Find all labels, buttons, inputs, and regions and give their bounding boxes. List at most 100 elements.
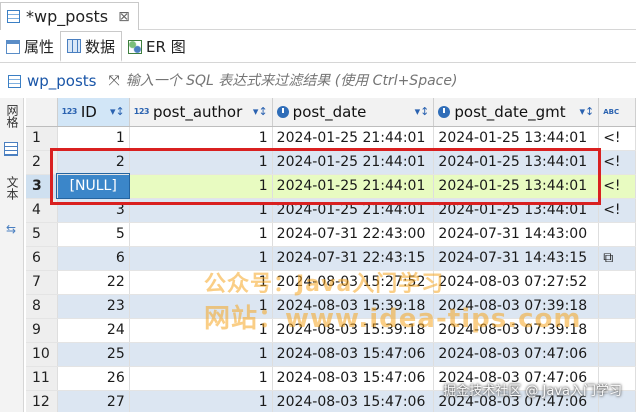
cell-id[interactable]: 26 <box>57 366 130 391</box>
cell-post-date[interactable]: 2024-07-31 22:43:15 <box>272 246 435 271</box>
cell-next-column[interactable] <box>598 366 636 391</box>
cell-post-date-gmt[interactable]: 2024-08-03 07:47:06 <box>433 366 600 391</box>
cell-post-author[interactable]: 1 <box>129 222 273 247</box>
cell-id[interactable]: 22 <box>57 270 130 295</box>
cell-next-column[interactable]: <! <box>598 174 636 199</box>
cell-post-date-gmt[interactable]: 2024-01-25 13:44:01 <box>433 198 600 223</box>
tab-er-diagram[interactable]: ER 图 <box>122 31 192 62</box>
expand-icon[interactable]: ⤧ <box>109 73 120 89</box>
row-number[interactable]: 3 <box>26 174 58 199</box>
cell-post-date[interactable]: 2024-07-31 22:43:00 <box>272 222 435 247</box>
table-row[interactable]: 3 [NULL] 1 2024-01-25 21:44:01 2024-01-25 13… <box>26 173 636 199</box>
cell-post-date[interactable]: 2024-08-03 15:27:52 <box>272 270 435 295</box>
cell-next-column[interactable] <box>598 270 636 295</box>
cell-post-author[interactable]: 1 <box>129 366 273 391</box>
cell-post-date[interactable]: 2024-08-03 15:47:06 <box>272 366 435 391</box>
cell-post-author[interactable]: 1 <box>129 174 273 199</box>
row-number[interactable]: 8 <box>26 294 58 319</box>
cell-id[interactable]: 27 <box>57 390 130 412</box>
tab-properties[interactable]: 属性 <box>0 31 60 62</box>
table-row[interactable]: 6 6 1 2024-07-31 22:43:15 2024-07-31 14:43:1… <box>26 246 636 271</box>
sort-filter-icon[interactable]: ▾↕ <box>110 105 125 118</box>
cell-post-date-gmt[interactable]: 2024-01-25 13:44:01 <box>433 126 600 151</box>
column-header-id[interactable]: 123 ID ▾↕ <box>57 98 130 127</box>
column-header-next[interactable]: ABC <box>598 98 636 127</box>
cell-post-author[interactable]: 1 <box>129 198 273 223</box>
row-number[interactable]: 11 <box>26 366 58 391</box>
table-row[interactable]: 7 22 1 2024-08-03 15:27:52 2024-08-03 07:27:… <box>26 270 636 295</box>
row-number[interactable]: 6 <box>26 246 58 271</box>
table-row[interactable]: 8 23 1 2024-08-03 15:39:18 2024-08-03 07:39:… <box>26 294 636 319</box>
cell-next-column[interactable]: <! <box>598 126 636 151</box>
cell-next-column[interactable]: <! <box>598 150 636 175</box>
cell-id[interactable]: [NULL] <box>56 173 131 199</box>
cell-post-date-gmt[interactable]: 2024-01-25 13:44:01 <box>433 174 600 199</box>
cell-post-author[interactable]: 1 <box>129 342 273 367</box>
cell-post-author[interactable]: 1 <box>129 294 273 319</box>
cell-post-date-gmt[interactable]: 2024-07-31 14:43:00 <box>433 222 600 247</box>
row-number[interactable]: 2 <box>26 150 58 175</box>
tab-data[interactable]: 数据 <box>60 31 123 62</box>
row-number[interactable]: 9 <box>26 318 58 343</box>
cell-next-column[interactable]: ⧉ <box>598 246 636 271</box>
row-number[interactable]: 4 <box>26 198 58 223</box>
cell-id[interactable]: 25 <box>57 342 130 367</box>
cell-id[interactable]: 3 <box>57 198 130 223</box>
table-row[interactable]: 10 25 1 2024-08-03 15:47:06 2024-08-03 07:47… <box>26 342 636 367</box>
row-number[interactable]: 7 <box>26 270 58 295</box>
cell-post-date-gmt[interactable]: 2024-08-03 07:47:06 <box>433 390 600 412</box>
table-row[interactable]: 12 27 1 2024-08-03 15:47:06 2024-08-03 07:47… <box>26 390 636 412</box>
cell-id[interactable]: 23 <box>57 294 130 319</box>
cell-id[interactable]: 5 <box>57 222 130 247</box>
cell-post-date-gmt[interactable]: 2024-08-03 07:27:52 <box>433 270 600 295</box>
filter-input[interactable] <box>125 69 636 93</box>
cell-post-date-gmt[interactable]: 2024-08-03 07:47:06 <box>433 342 600 367</box>
cell-next-column[interactable] <box>598 390 636 412</box>
cell-id[interactable]: 6 <box>57 246 130 271</box>
cell-post-date[interactable]: 2024-01-25 21:44:01 <box>272 150 435 175</box>
cell-post-date-gmt[interactable]: 2024-08-03 07:39:18 <box>433 294 600 319</box>
cell-next-column[interactable] <box>598 342 636 367</box>
table-row[interactable]: 5 5 1 2024-07-31 22:43:00 2024-07-31 14:43:0… <box>26 222 636 247</box>
column-header-post-author[interactable]: 123 post_author ▾↕ <box>129 98 273 127</box>
table-row[interactable]: 1 1 1 2024-01-25 21:44:01 2024-01-25 13:44:0… <box>26 126 636 151</box>
cell-id[interactable]: 1 <box>57 126 130 151</box>
cell-post-author[interactable]: 1 <box>129 246 273 271</box>
sort-filter-icon[interactable]: ▾↕ <box>415 105 430 118</box>
sort-filter-icon[interactable]: ▾↕ <box>579 105 594 118</box>
column-header-post-date-gmt[interactable]: post_date_gmt ▾↕ <box>433 98 600 127</box>
table-row[interactable]: 4 3 1 2024-01-25 21:44:01 2024-01-25 13:44:0… <box>26 198 636 223</box>
grid-view-icon[interactable] <box>4 142 18 156</box>
cell-next-column[interactable] <box>598 318 636 343</box>
column-header-post-date[interactable]: post_date ▾↕ <box>272 98 435 127</box>
cell-post-date[interactable]: 2024-08-03 15:47:06 <box>272 390 435 412</box>
row-number[interactable]: 10 <box>26 342 58 367</box>
cell-post-date-gmt[interactable]: 2024-07-31 14:43:15 <box>433 246 600 271</box>
tab-text-view[interactable]: 文本 <box>3 176 21 220</box>
cell-post-date-gmt[interactable]: 2024-08-03 07:39:18 <box>433 318 600 343</box>
cell-next-column[interactable]: <! <box>598 198 636 223</box>
sort-filter-icon[interactable]: ▾↕ <box>253 105 268 118</box>
table-row[interactable]: 11 26 1 2024-08-03 15:47:06 2024-08-03 07:47… <box>26 366 636 391</box>
cell-post-author[interactable]: 1 <box>129 318 273 343</box>
cell-post-date-gmt[interactable]: 2024-01-25 13:44:01 <box>433 150 600 175</box>
cell-post-author[interactable]: 1 <box>129 270 273 295</box>
row-number[interactable]: 1 <box>26 126 58 151</box>
table-row[interactable]: 9 24 1 2024-08-03 15:39:18 2024-08-03 07:39:… <box>26 318 636 343</box>
cell-next-column[interactable] <box>598 294 636 319</box>
cell-id[interactable]: 24 <box>57 318 130 343</box>
table-row[interactable]: 2 2 1 2024-01-25 21:44:01 2024-01-25 13:44:0… <box>26 150 636 175</box>
editor-tab[interactable]: *wp_posts ⊠ <box>0 2 139 30</box>
close-icon[interactable]: ⊠ <box>118 9 130 25</box>
cell-post-author[interactable]: 1 <box>129 126 273 151</box>
cell-post-date[interactable]: 2024-01-25 21:44:01 <box>272 174 435 199</box>
cell-post-date[interactable]: 2024-08-03 15:47:06 <box>272 342 435 367</box>
row-number[interactable]: 5 <box>26 222 58 247</box>
row-number[interactable]: 12 <box>26 390 58 412</box>
cell-post-date[interactable]: 2024-08-03 15:39:18 <box>272 318 435 343</box>
filter-table-name[interactable]: wp_posts <box>27 72 97 90</box>
cell-next-column[interactable] <box>598 222 636 247</box>
cell-post-author[interactable]: 1 <box>129 150 273 175</box>
cell-post-date[interactable]: 2024-01-25 21:44:01 <box>272 198 435 223</box>
cell-post-author[interactable]: 1 <box>129 390 273 412</box>
